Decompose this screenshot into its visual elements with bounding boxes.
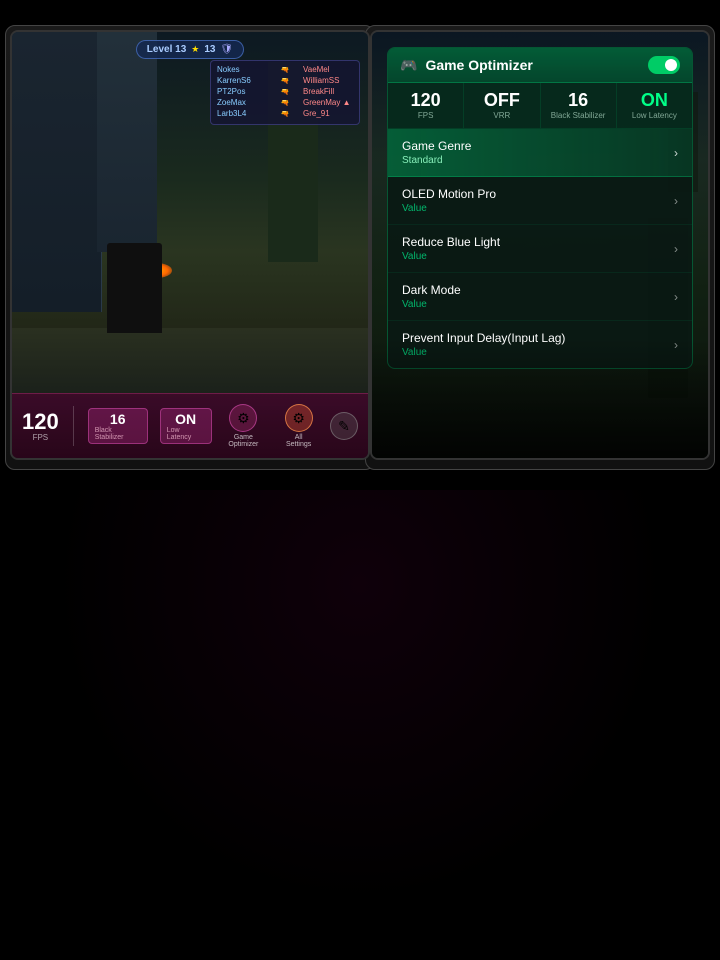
score-row-4: ZoeMax 🔫 GreenMay ▲ <box>217 98 353 107</box>
game-optimizer-icon-item[interactable]: ⚙ Game Optimizer <box>220 404 268 448</box>
low-latency-stat: ON Low Latency <box>160 408 212 444</box>
stat-vrr: OFF VRR <box>464 83 540 128</box>
score-row-1: Nokes 🔫 VaeMel <box>217 65 353 74</box>
chevron-right-oled-motion: › <box>674 194 678 208</box>
stat-fps-label: FPS <box>392 111 459 120</box>
menu-item-game-genre-title: Game Genre <box>402 139 471 153</box>
stats-row: 120 FPS OFF VRR 16 Black Stabilizer ON L… <box>388 83 692 129</box>
menu-item-game-genre-value: Standard <box>402 155 471 166</box>
game-optimizer-icon: ⚙ <box>237 410 250 427</box>
player-weapon-2: 🔫 <box>281 77 290 85</box>
left-screen: Level 13 ★ 13 🛡 Nokes 🔫 VaeMel KarrenS6 … <box>10 30 370 460</box>
optimizer-title: Game Optimizer <box>425 57 532 73</box>
menu-item-game-genre-text: Game Genre Standard <box>402 139 471 166</box>
stat-black-stab-label: Black Stabilizer <box>545 111 612 120</box>
all-settings-icon: ⚙ <box>292 410 305 427</box>
fps-display: 120 FPS <box>22 411 59 442</box>
menu-item-oled-motion[interactable]: OLED Motion Pro Value › <box>388 177 692 225</box>
game-optimizer-label: Game Optimizer <box>220 434 268 448</box>
score-row-5: Larb3L4 🔫 Gre_91 <box>217 109 353 118</box>
fps-unit: FPS <box>33 433 49 442</box>
menu-item-oled-motion-title: OLED Motion Pro <box>402 187 496 201</box>
menu-item-reduce-blue-light-value: Value <box>402 251 500 262</box>
optimizer-panel: 🎮 Game Optimizer 120 FPS OFF VRR 16 Blac… <box>387 47 693 369</box>
player-weapon-4: 🔫 <box>281 99 290 107</box>
hud-icons: ⚙ Game Optimizer ⚙ All Settings ✎ <box>220 404 358 448</box>
stat-fps-value: 120 <box>392 91 459 109</box>
enemy-name-5: Gre_91 <box>303 109 353 118</box>
optimizer-header: 🎮 Game Optimizer <box>388 48 692 83</box>
player-name-nokes: Nokes <box>217 65 267 74</box>
pencil-icon-circle: ✎ <box>330 412 358 440</box>
menu-item-reduce-blue-light[interactable]: Reduce Blue Light Value › <box>388 225 692 273</box>
menu-item-dark-mode[interactable]: Dark Mode Value › <box>388 273 692 321</box>
shield-icon: 🛡 <box>220 44 233 55</box>
black-stabilizer-label: Black Stabilizer <box>95 427 141 441</box>
menu-item-reduce-blue-light-title: Reduce Blue Light <box>402 235 500 249</box>
game-optimizer-icon-circle: ⚙ <box>229 404 257 432</box>
enemy-name-3: BreakFill <box>303 87 353 96</box>
score-row-2: KarrenS6 🔫 WilliamSS <box>217 76 353 85</box>
level-badge: Level 13 ★ 13 🛡 <box>136 40 244 59</box>
main-container: Level 13 ★ 13 🛡 Nokes 🔫 VaeMel KarrenS6 … <box>0 0 720 960</box>
menu-item-dark-mode-value: Value <box>402 299 461 310</box>
player-name-zoe: ZoeMax <box>217 98 267 107</box>
all-settings-label: All Settings <box>282 434 315 448</box>
hud-top: Level 13 ★ 13 🛡 <box>12 40 368 59</box>
player-weapon-5: 🔫 <box>281 110 290 118</box>
optimizer-title-area: 🎮 Game Optimizer <box>400 57 533 74</box>
stat-vrr-label: VRR <box>468 111 535 120</box>
right-screen-bottom-fade <box>372 338 708 458</box>
fps-value: 120 <box>22 411 59 433</box>
menu-item-dark-mode-title: Dark Mode <box>402 283 461 297</box>
chevron-right-reduce-blue-light: › <box>674 242 678 256</box>
enemy-name-2: WilliamSS <box>303 76 353 85</box>
player-weapon-3: 🔫 <box>281 88 290 96</box>
low-latency-label: Low Latency <box>167 427 205 441</box>
menu-item-dark-mode-text: Dark Mode Value <box>402 283 461 310</box>
star-count: 13 <box>204 44 215 55</box>
player-name-karren: KarrenS6 <box>217 76 267 85</box>
stat-low-latency-label: Low Latency <box>621 111 688 120</box>
bottom-hud: 120 FPS 16 Black Stabilizer ON Low Laten… <box>12 393 368 458</box>
bottom-area <box>0 490 720 960</box>
black-stabilizer-stat: 16 Black Stabilizer <box>88 408 148 444</box>
low-latency-value: ON <box>175 411 196 427</box>
enemy-name-4: GreenMay ▲ <box>303 98 353 107</box>
stat-fps: 120 FPS <box>388 83 464 128</box>
star-icon: ★ <box>191 44 199 55</box>
menu-item-oled-motion-value: Value <box>402 203 496 214</box>
gamepad-icon: 🎮 <box>400 57 417 74</box>
enemy-name-1: VaeMel <box>303 65 353 74</box>
level-text: Level 13 <box>147 44 186 55</box>
stat-low-latency: ON Low Latency <box>617 83 692 128</box>
all-settings-icon-circle: ⚙ <box>285 404 313 432</box>
chevron-right-dark-mode: › <box>674 290 678 304</box>
optimizer-toggle[interactable] <box>648 56 680 74</box>
score-row-3: PT2Pos 🔫 BreakFill <box>217 87 353 96</box>
score-table: Nokes 🔫 VaeMel KarrenS6 🔫 WilliamSS PT2P… <box>210 60 360 125</box>
chevron-right-game-genre: › <box>674 146 678 160</box>
pencil-icon: ✎ <box>338 418 350 435</box>
black-stabilizer-value: 16 <box>110 411 126 427</box>
right-screen: 🎮 Game Optimizer 120 FPS OFF VRR 16 Blac… <box>370 30 710 460</box>
menu-item-game-genre[interactable]: Game Genre Standard › <box>388 129 692 177</box>
stat-black-stab-value: 16 <box>545 91 612 109</box>
menu-item-reduce-blue-light-text: Reduce Blue Light Value <box>402 235 500 262</box>
menu-item-oled-motion-text: OLED Motion Pro Value <box>402 187 496 214</box>
all-settings-icon-item[interactable]: ⚙ All Settings <box>282 404 315 448</box>
player-name-pt2: PT2Pos <box>217 87 267 96</box>
stat-vrr-value: OFF <box>468 91 535 109</box>
pencil-icon-item[interactable]: ✎ <box>330 412 358 440</box>
player-name-larb: Larb3L4 <box>217 109 267 118</box>
stat-low-latency-value: ON <box>621 91 688 109</box>
player-weapon-1: 🔫 <box>281 66 290 74</box>
stat-black-stab: 16 Black Stabilizer <box>541 83 617 128</box>
